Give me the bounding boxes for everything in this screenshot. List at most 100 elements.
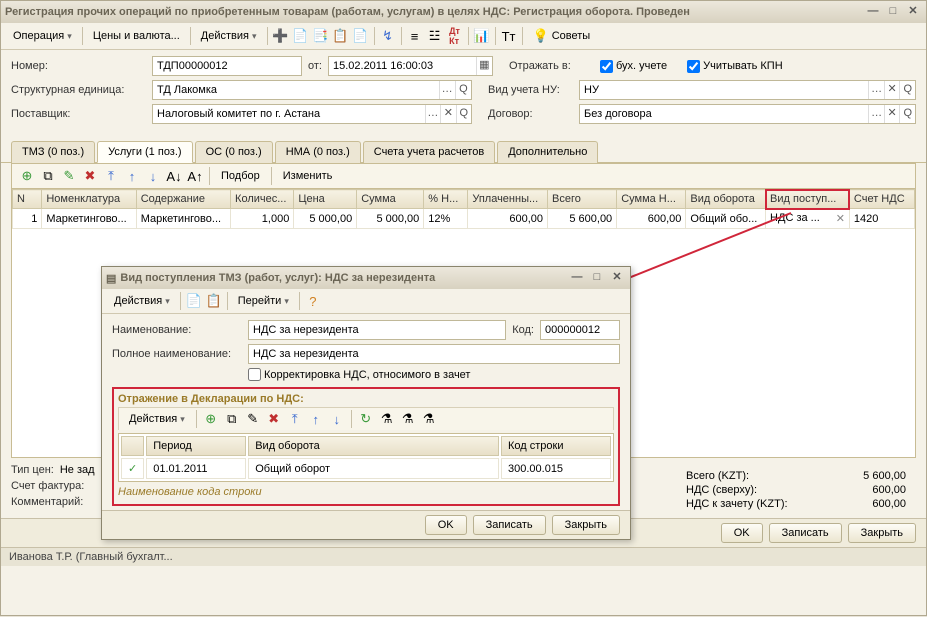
prices-currency-button[interactable]: Цены и валюта... [87, 28, 186, 44]
list-icon[interactable]: ≡ [406, 27, 424, 45]
status-bar: Иванова Т.Р. (Главный бухгалт... [1, 547, 926, 566]
sec-filter-off-icon[interactable]: ⚗ [420, 410, 438, 428]
select-button[interactable]: Подбор [215, 168, 266, 184]
totals-block: Всего (KZT):5 600,00 НДС (сверху):600,00… [686, 470, 906, 512]
tab-os[interactable]: ОС (0 поз.) [195, 141, 273, 163]
dlg-name-field[interactable] [248, 320, 506, 340]
open-icon[interactable]: Q [456, 105, 471, 123]
copy-row-icon[interactable]: ⧉ [39, 167, 57, 185]
sec-edit-icon[interactable]: ✎ [244, 410, 262, 428]
sec-copy-icon[interactable]: ⧉ [223, 410, 241, 428]
kpn-checkbox[interactable]: Учитывать КПН [687, 60, 783, 73]
dialog-max-icon[interactable]: □ [588, 270, 606, 286]
supplier-label: Поставщик: [11, 108, 146, 120]
sec-down-icon[interactable]: ↓ [328, 410, 346, 428]
select-icon[interactable]: … [868, 81, 884, 99]
dialog-min-icon[interactable]: — [568, 270, 586, 286]
tips-button[interactable]: 💡Советы [527, 26, 597, 46]
movements-icon[interactable]: ↯ [379, 27, 397, 45]
print-icon[interactable]: 📑 [312, 27, 330, 45]
dialog-close-icon[interactable]: ✕ [608, 270, 626, 286]
dialog-save-icon[interactable]: 📄 [185, 292, 203, 310]
sec-refresh-icon[interactable]: ↻ [357, 410, 375, 428]
tab-nma[interactable]: НМА (0 поз.) [275, 141, 361, 163]
save-button[interactable]: Записать [769, 523, 842, 543]
bu-checkbox[interactable]: бух. учете [600, 60, 667, 73]
declaration-grid[interactable]: Период Вид оборота Код строки ✓ 01.01.20… [118, 433, 614, 482]
tab-extra[interactable]: Дополнительно [497, 141, 598, 163]
contract-label: Договор: [488, 108, 573, 120]
open-icon[interactable]: Q [899, 81, 915, 99]
modify-button[interactable]: Изменить [277, 168, 339, 184]
clear-icon[interactable]: ✕ [884, 81, 900, 99]
clear-icon[interactable]: ✕ [836, 212, 845, 225]
sec-filter2-icon[interactable]: ⚗ [399, 410, 417, 428]
dialog-goto-menu[interactable]: Перейти [232, 293, 295, 309]
dlg-save-button[interactable]: Записать [473, 515, 546, 535]
sec-filter1-icon[interactable]: ⚗ [378, 410, 396, 428]
dlg-corr-checkbox[interactable]: Корректировка НДС, относимого в зачет [248, 368, 470, 381]
sec-first-icon[interactable]: ⤒ [286, 410, 304, 428]
maximize-icon[interactable]: □ [884, 4, 902, 20]
struct-label: Структурная единица: [11, 84, 146, 96]
incoming-type-dialog: ▤ Вид поступления ТМЗ (работ, услуг): НД… [101, 266, 631, 540]
calendar-icon[interactable]: ▦ [476, 57, 492, 75]
tab-services[interactable]: Услуги (1 поз.) [97, 141, 192, 163]
row-marker-icon: ✓ [121, 458, 144, 479]
ok-button[interactable]: OK [721, 523, 763, 543]
contract-field[interactable]: …✕Q [579, 104, 916, 124]
dialog-copy-icon[interactable]: 📋 [205, 292, 223, 310]
tab-accounts[interactable]: Счета учета расчетов [363, 141, 495, 163]
text-icon[interactable]: Tт [500, 27, 518, 45]
nu-field[interactable]: …✕Q [579, 80, 916, 100]
post-icon[interactable]: ➕ [272, 27, 290, 45]
save-icon[interactable]: 📄 [292, 27, 310, 45]
dialog-bottom-bar: OK Записать Закрыть [102, 510, 630, 539]
edit-row-icon[interactable]: ✎ [60, 167, 78, 185]
open-icon[interactable]: Q [455, 81, 471, 99]
clear-icon[interactable]: ✕ [884, 105, 900, 123]
tree-icon[interactable]: ☳ [426, 27, 444, 45]
open-icon[interactable]: Q [899, 105, 915, 123]
up-icon[interactable]: ↑ [123, 167, 141, 185]
date-field[interactable]: ▦ [328, 56, 493, 76]
select-icon[interactable]: … [425, 105, 440, 123]
dlg-full-field[interactable] [248, 344, 620, 364]
struct-field[interactable]: …Q [152, 80, 472, 100]
select-icon[interactable]: … [868, 105, 884, 123]
select-icon[interactable]: … [439, 81, 455, 99]
dlg-code-field[interactable] [540, 320, 620, 340]
tab-tmz[interactable]: ТМЗ (0 поз.) [11, 141, 95, 163]
dlg-close-button[interactable]: Закрыть [552, 515, 620, 535]
down-icon[interactable]: ↓ [144, 167, 162, 185]
dialog-help-icon[interactable]: ? [304, 292, 322, 310]
sort-desc-icon[interactable]: A↑ [186, 167, 204, 185]
sec-add-icon[interactable]: ⊕ [202, 410, 220, 428]
sec-up-icon[interactable]: ↑ [307, 410, 325, 428]
col-incoming-type: Вид поступ... [766, 190, 850, 209]
sort-asc-icon[interactable]: A↓ [165, 167, 183, 185]
copy-doc-icon[interactable]: 📋 [332, 27, 350, 45]
number-label: Номер: [11, 60, 146, 72]
cell-incoming-type[interactable]: НДС за ... ✕ [766, 209, 850, 229]
declaration-row[interactable]: ✓ 01.01.2011 Общий оборот 300.00.015 [121, 458, 611, 479]
delete-row-icon[interactable]: ✖ [81, 167, 99, 185]
dtkt-icon[interactable]: ДтКт [446, 27, 464, 45]
table-row[interactable]: 1Маркетингово...Маркетингово...1,0005 00… [13, 209, 915, 229]
section-actions[interactable]: Действия [123, 411, 191, 427]
actions-menu[interactable]: Действия [195, 28, 263, 44]
supplier-field[interactable]: …✕Q [152, 104, 472, 124]
finish-icon[interactable]: ⤒ [102, 167, 120, 185]
dialog-actions-menu[interactable]: Действия [108, 293, 176, 309]
add-row-icon[interactable]: ⊕ [18, 167, 36, 185]
dlg-ok-button[interactable]: OK [425, 515, 467, 535]
based-on-icon[interactable]: 📄 [352, 27, 370, 45]
sec-del-icon[interactable]: ✖ [265, 410, 283, 428]
report-icon[interactable]: 📊 [473, 27, 491, 45]
close-icon[interactable]: ✕ [904, 4, 922, 20]
operation-menu[interactable]: Операция [7, 28, 78, 44]
number-field[interactable] [152, 56, 302, 76]
clear-icon[interactable]: ✕ [440, 105, 455, 123]
minimize-icon[interactable]: — [864, 4, 882, 20]
close-button[interactable]: Закрыть [848, 523, 916, 543]
